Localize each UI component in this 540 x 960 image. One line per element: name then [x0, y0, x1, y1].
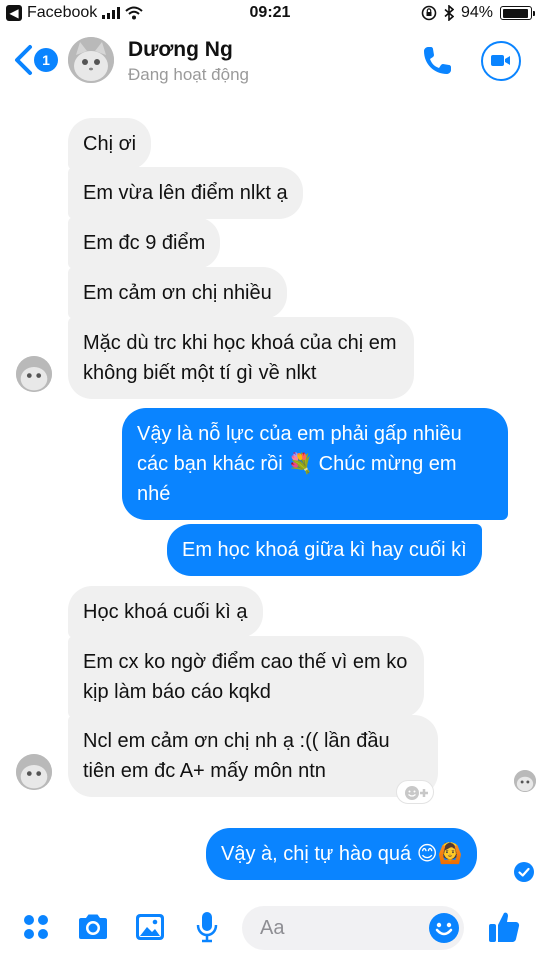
- message-bubble-incoming[interactable]: Em cx ko ngờ điểm cao thế vì em ko kịp l…: [68, 636, 424, 718]
- bluetooth-icon: [444, 5, 454, 21]
- message-bubble-outgoing[interactable]: Vậy à, chị tự hào quá 😊🙆: [206, 828, 478, 880]
- like-button[interactable]: [484, 907, 524, 947]
- contact-active-status: Đang hoạt động: [128, 65, 249, 84]
- microphone-icon: [196, 912, 218, 943]
- battery-percent: 94%: [460, 4, 493, 21]
- message-bubble-incoming[interactable]: Học khoá cuối kì ạ: [68, 586, 263, 638]
- message-bubble-incoming[interactable]: Chị ơi: [68, 118, 152, 170]
- sender-avatar[interactable]: [16, 356, 52, 392]
- message-bubble-incoming[interactable]: Mặc dù trc khi học khoá của chị em không…: [68, 317, 414, 399]
- cat-avatar-image: [514, 770, 536, 792]
- message-bubble-incoming[interactable]: Em vừa lên điểm nlkt ạ: [68, 167, 303, 219]
- delivered-indicator: [514, 862, 534, 882]
- message-bubble-incoming[interactable]: Em cảm ơn chị nhiều: [68, 267, 287, 319]
- seen-indicator-avatar: [514, 770, 536, 792]
- message-input-box[interactable]: [242, 906, 464, 950]
- message-bubble-incoming[interactable]: Ncl em cảm ơn chị nh ạ :(( lần đầu tiên …: [68, 715, 438, 797]
- status-bar: ◀ Facebook 09:21 94%: [0, 0, 540, 28]
- unread-badge: 1: [34, 48, 58, 72]
- rotation-lock-icon: [421, 5, 437, 21]
- emoji-icon[interactable]: [428, 912, 460, 944]
- video-camera-icon: [491, 55, 510, 66]
- back-button[interactable]: 1: [10, 44, 58, 76]
- call-button[interactable]: [418, 42, 456, 80]
- camera-icon: [79, 914, 107, 939]
- cat-avatar-image: [16, 754, 52, 790]
- phone-icon: [424, 47, 451, 74]
- message-bubble-outgoing[interactable]: Em học khoá giữa kì hay cuối kì: [167, 524, 482, 576]
- gallery-button[interactable]: [130, 907, 170, 947]
- battery-icon: [500, 6, 535, 20]
- contact-avatar[interactable]: [68, 37, 114, 83]
- add-reaction-button[interactable]: [396, 780, 434, 804]
- message-bubble-outgoing[interactable]: Vậy là nỗ lực của em phải gấp nhiều các …: [122, 408, 508, 520]
- image-icon: [136, 914, 164, 940]
- message-list[interactable]: Chị ơi Em vừa lên điểm nlkt ạ Em đc 9 đi…: [0, 94, 540, 894]
- thumbs-up-icon: [489, 912, 520, 942]
- cat-avatar-image: [16, 356, 52, 392]
- camera-button[interactable]: [73, 907, 113, 947]
- message-input[interactable]: [242, 906, 402, 950]
- message-composer: [0, 894, 540, 960]
- video-call-button[interactable]: [481, 41, 521, 81]
- more-apps-button[interactable]: [16, 907, 56, 947]
- message-bubble-incoming[interactable]: Em đc 9 điểm: [68, 217, 221, 269]
- add-reaction-icon: [405, 786, 428, 800]
- delivered-check-icon: [518, 867, 530, 877]
- cat-avatar-image: [68, 37, 114, 83]
- conversation-header: 1 Dương Ng Đang hoạt động: [0, 28, 540, 94]
- contact-name[interactable]: Dương Ng: [128, 38, 233, 62]
- apps-grid-icon: [24, 915, 48, 939]
- sender-avatar[interactable]: [16, 754, 52, 790]
- voice-message-button[interactable]: [187, 907, 227, 947]
